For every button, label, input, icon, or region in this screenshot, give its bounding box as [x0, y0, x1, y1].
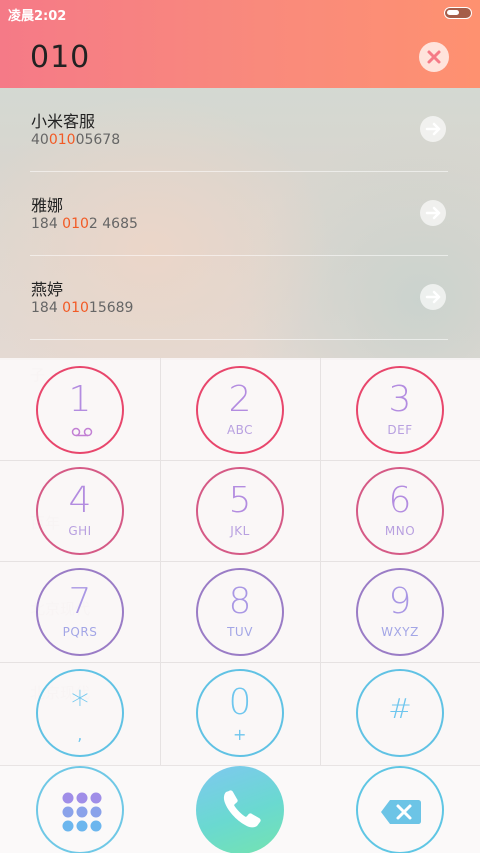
keypad-divider [0, 460, 480, 461]
key-2[interactable]: 2 ABC [196, 366, 284, 454]
key-letters: TUV [227, 625, 253, 639]
key-letters: DEF [387, 423, 413, 437]
key-0[interactable]: 0 + [196, 669, 284, 757]
voicemail-icon [71, 427, 93, 437]
key-8[interactable]: 8 TUV [196, 568, 284, 656]
contact-name: 燕婷 [31, 280, 64, 299]
key-digit: 7 [68, 581, 92, 622]
contact-results-list: 小米客服 4001005678 雅娜 184 0102 4685 燕婷 184 … [0, 88, 480, 358]
call-contact-button[interactable] [420, 284, 446, 310]
key-digit: 3 [388, 379, 412, 420]
arrow-right-icon [425, 122, 441, 136]
call-button[interactable] [196, 766, 284, 853]
key-6[interactable]: 6 MNO [356, 467, 444, 555]
key-5[interactable]: 5 JKL [196, 467, 284, 555]
key-digit: 8 [228, 581, 252, 622]
keypad-divider [0, 662, 480, 663]
close-icon [427, 50, 441, 64]
dial-keypad: 1 2 ABC 3 DEF 4 GHI 5 JKL 6 MNO 7 PQRS 8… [0, 358, 480, 765]
contact-number: 184 01015689 [31, 300, 134, 316]
key-3[interactable]: 3 DEF [356, 366, 444, 454]
key-hash[interactable]: # [356, 669, 444, 757]
key-letters: ABC [226, 423, 254, 437]
key-letters: MNO [384, 524, 416, 538]
arrow-right-icon [425, 206, 441, 220]
status-time: 凌晨2:02 [8, 9, 67, 24]
key-letters: + [233, 725, 247, 744]
key-digit: * [71, 684, 89, 725]
battery-icon [444, 7, 472, 19]
key-star[interactable]: * , [36, 669, 124, 757]
contact-result-row[interactable]: 小米客服 4001005678 [30, 88, 448, 172]
key-digit: 9 [388, 581, 412, 622]
key-digit: 0 [228, 682, 252, 723]
key-letters: , [77, 725, 83, 744]
key-7[interactable]: 7 PQRS [36, 568, 124, 656]
call-contact-button[interactable] [420, 200, 446, 226]
key-9[interactable]: 9 WXYZ [356, 568, 444, 656]
key-4[interactable]: 4 GHI [36, 467, 124, 555]
contact-number: 184 0102 4685 [31, 216, 138, 232]
call-contact-button[interactable] [420, 116, 446, 142]
keypad-divider [160, 358, 161, 765]
contact-number: 4001005678 [31, 132, 121, 148]
phone-icon [223, 790, 261, 828]
key-digit: # [388, 692, 412, 725]
key-letters: PQRS [62, 625, 98, 639]
contact-result-row[interactable]: 雅娜 184 0102 4685 [30, 172, 448, 256]
keypad-divider [0, 561, 480, 562]
contact-result-row[interactable]: 燕婷 184 01015689 [30, 256, 448, 340]
key-digit: 5 [228, 480, 252, 521]
dialer-action-bar [0, 765, 480, 853]
key-digit: 1 [68, 379, 92, 420]
key-digit: 4 [68, 480, 92, 521]
backspace-button[interactable] [356, 766, 444, 853]
key-digit: 6 [388, 480, 412, 521]
clear-number-button[interactable] [419, 42, 449, 72]
dialpad-icon [62, 792, 102, 832]
keypad-divider [320, 358, 321, 765]
dialer-header: 凌晨2:02 010 [0, 0, 480, 88]
key-letters: WXYZ [381, 625, 419, 639]
dialpad-toggle-button[interactable] [36, 766, 124, 853]
key-letters: JKL [230, 524, 250, 538]
key-1[interactable]: 1 [36, 366, 124, 454]
backspace-icon [381, 800, 421, 824]
key-letters: GHI [68, 524, 92, 538]
key-digit: 2 [228, 379, 252, 420]
contact-name: 雅娜 [31, 196, 64, 215]
dialed-number: 010 [30, 40, 91, 75]
contact-name: 小米客服 [31, 112, 96, 131]
arrow-right-icon [425, 290, 441, 304]
